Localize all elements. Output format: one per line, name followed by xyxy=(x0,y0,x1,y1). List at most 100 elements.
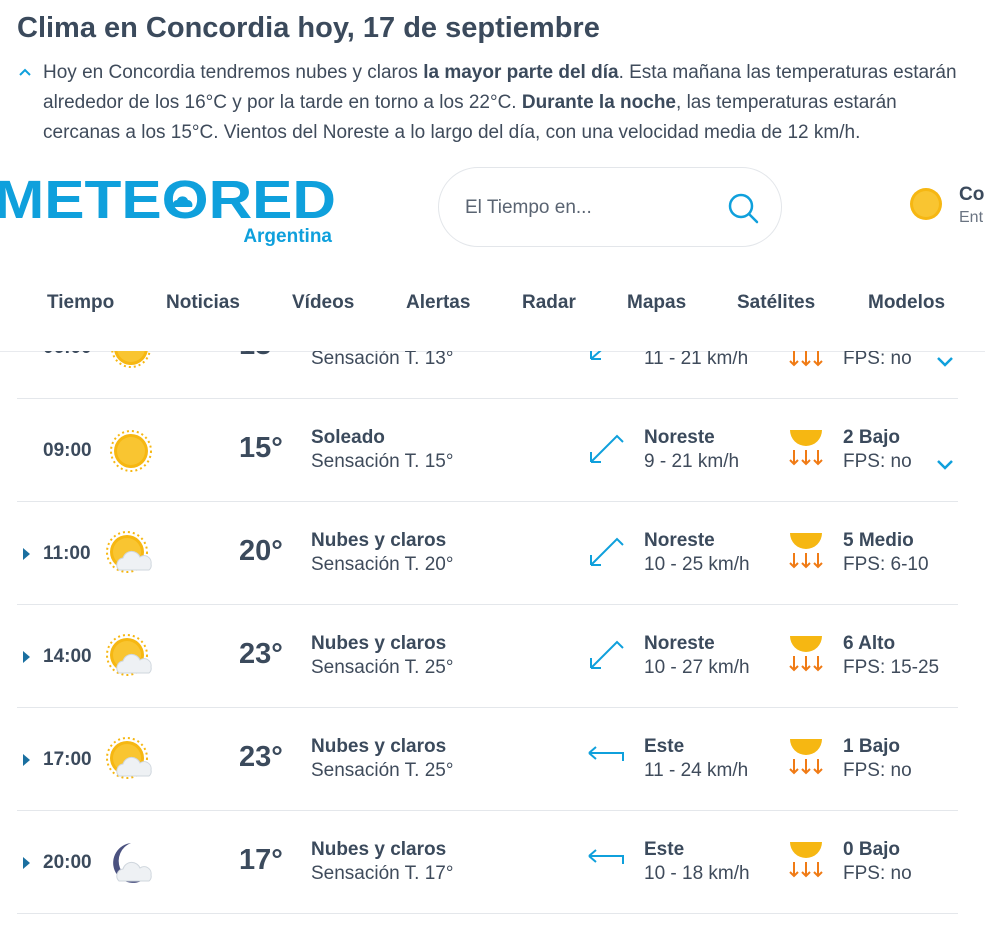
hour-feels-like: Sensación T. 15° xyxy=(311,451,454,472)
uv-index-icon xyxy=(789,739,823,775)
nav-item-noticias[interactable]: Noticias xyxy=(166,292,240,314)
search-input[interactable] xyxy=(463,190,707,226)
caret-right-icon[interactable] xyxy=(21,650,31,664)
hour-uv-index: 0 Bajo xyxy=(843,839,901,860)
chevron-up-icon[interactable] xyxy=(17,64,33,80)
hour-time: 11:00 xyxy=(43,543,91,564)
logo-text: METEORED xyxy=(0,170,336,230)
hour-temperature: 23° xyxy=(239,638,283,670)
hour-fps: FPS: no xyxy=(843,760,912,781)
hour-fps: FPS: no xyxy=(843,351,912,369)
uv-index-icon xyxy=(789,351,823,367)
logo-subtitle: Argentina xyxy=(243,226,332,246)
hour-temperature: 20° xyxy=(239,535,283,567)
hour-wind-speed: 9 - 21 km/h xyxy=(644,451,740,472)
hour-temperature: 15° xyxy=(239,432,283,464)
hour-uv-index: 2 Bajo xyxy=(843,427,901,448)
hour-wind-speed: 10 - 18 km/h xyxy=(644,863,750,884)
hour-feels-like: Sensación T. 25° xyxy=(311,657,454,678)
caret-right-icon[interactable] xyxy=(21,753,31,767)
nav-item-videos[interactable]: Vídeos xyxy=(292,292,354,314)
caret-right-icon[interactable] xyxy=(21,547,31,561)
hour-wind-speed: 11 - 21 km/h xyxy=(644,351,749,369)
wind-direction-icon xyxy=(588,746,624,761)
wind-direction-icon xyxy=(590,537,624,566)
hourly-row[interactable]: 17:00 23° Nubes y claros Sensación T. 25… xyxy=(17,709,958,811)
hourly-row[interactable]: 06:00 13° Sensación T. 13° 11 - 21 km/h … xyxy=(17,351,958,399)
hour-feels-like: Sensación T. 20° xyxy=(311,554,454,575)
hourly-row[interactable]: 20:00 17° Nubes y claros Sensación T. 17… xyxy=(17,812,958,914)
forecast-summary-section: Clima en Concordia hoy, 17 de septiembre… xyxy=(0,0,985,160)
caret-right-icon[interactable] xyxy=(21,856,31,870)
hour-uv-index: 5 Medio xyxy=(843,530,914,551)
hourly-row[interactable]: 14:00 23° Nubes y claros Sensación T. 25… xyxy=(17,606,958,708)
hour-temperature: 17° xyxy=(239,844,283,876)
hour-temperature: 23° xyxy=(239,741,283,773)
hour-time: 17:00 xyxy=(43,749,92,770)
nav-item-mapas[interactable]: Mapas xyxy=(627,292,686,314)
wind-direction-icon xyxy=(590,640,624,669)
sun-cloud-icon xyxy=(106,737,152,779)
sun-cloud-icon xyxy=(106,634,152,676)
hour-fps: FPS: 15-25 xyxy=(843,657,940,678)
summary-part-1: Hoy en Concordia tendremos nubes y claro… xyxy=(43,62,424,83)
nav-item-modelos[interactable]: Modelos xyxy=(868,292,945,314)
location-subtitle: Ent xyxy=(959,209,984,226)
page-title: Clima en Concordia hoy, 17 de septiembre xyxy=(17,12,600,44)
main-nav: Tiempo Noticias Vídeos Alertas Radar Map… xyxy=(0,262,985,352)
hour-description: Nubes y claros xyxy=(311,633,447,654)
hour-time: 09:00 xyxy=(43,440,92,461)
hour-wind-direction: Noreste xyxy=(644,530,715,551)
uv-index-icon xyxy=(789,636,823,672)
hour-time: 20:00 xyxy=(43,852,92,873)
site-header: METEORED Argentina Co Ent xyxy=(0,160,985,263)
hour-feels-like: Sensación T. 13° xyxy=(311,351,454,369)
hour-fps: FPS: no xyxy=(843,451,912,472)
nav-item-tiempo[interactable]: Tiempo xyxy=(47,292,114,314)
hour-description: Nubes y claros xyxy=(311,530,447,551)
chevron-down-icon[interactable] xyxy=(936,458,954,470)
hour-wind-direction: Este xyxy=(644,839,685,860)
sun-icon[interactable] xyxy=(908,186,944,222)
hour-description: Soleado xyxy=(311,427,385,448)
hour-time: 14:00 xyxy=(43,646,92,667)
hour-wind-speed: 10 - 25 km/h xyxy=(644,554,750,575)
hour-feels-like: Sensación T. 25° xyxy=(311,760,454,781)
hour-temperature: 13° xyxy=(239,351,283,362)
search-icon[interactable] xyxy=(727,192,759,224)
hour-wind-speed: 10 - 27 km/h xyxy=(644,657,750,678)
search-box xyxy=(438,167,782,247)
wind-direction-icon xyxy=(590,351,602,360)
hour-wind-direction: Noreste xyxy=(644,633,715,654)
chevron-down-icon[interactable] xyxy=(936,355,954,367)
hour-description: Nubes y claros xyxy=(311,839,447,860)
forecast-summary-text: Hoy en Concordia tendremos nubes y claro… xyxy=(43,58,973,148)
hour-fps: FPS: no xyxy=(843,863,912,884)
nav-item-alertas[interactable]: Alertas xyxy=(406,292,470,314)
nav-item-satelites[interactable]: Satélites xyxy=(737,292,815,314)
hour-wind-speed: 11 - 24 km/h xyxy=(644,760,749,781)
hour-uv-index: 6 Alto xyxy=(843,633,896,654)
hourly-row[interactable]: 11:00 20° Nubes y claros Sensación T. 20… xyxy=(17,503,958,605)
nav-item-radar[interactable]: Radar xyxy=(522,292,576,314)
moon-cloud-icon xyxy=(113,843,152,883)
sun-icon xyxy=(111,351,151,368)
meteored-logo[interactable]: METEORED Argentina xyxy=(0,166,340,246)
hour-description: Nubes y claros xyxy=(311,736,447,757)
location-title[interactable]: Co xyxy=(959,184,984,206)
hour-wind-direction: Noreste xyxy=(644,427,715,448)
summary-bold-2: Durante la noche xyxy=(521,92,677,113)
hour-uv-index: 1 Bajo xyxy=(843,736,901,757)
uv-index-icon xyxy=(789,842,823,878)
hour-fps: FPS: 6-10 xyxy=(843,554,929,575)
hour-time: 06:00 xyxy=(43,351,92,359)
hourly-forecast-list: 06:00 13° Sensación T. 13° 11 - 21 km/h … xyxy=(0,351,985,942)
uv-index-icon xyxy=(789,533,823,569)
hourly-row[interactable]: 09:00 15° Soleado Sensación T. 15° Nores… xyxy=(17,400,958,502)
hour-feels-like: Sensación T. 17° xyxy=(311,863,454,884)
sun-icon xyxy=(110,430,152,472)
hour-wind-direction: Este xyxy=(644,736,685,757)
summary-bold-1: la mayor parte del día xyxy=(423,62,619,83)
wind-direction-icon xyxy=(590,434,624,463)
uv-index-icon xyxy=(789,430,823,466)
